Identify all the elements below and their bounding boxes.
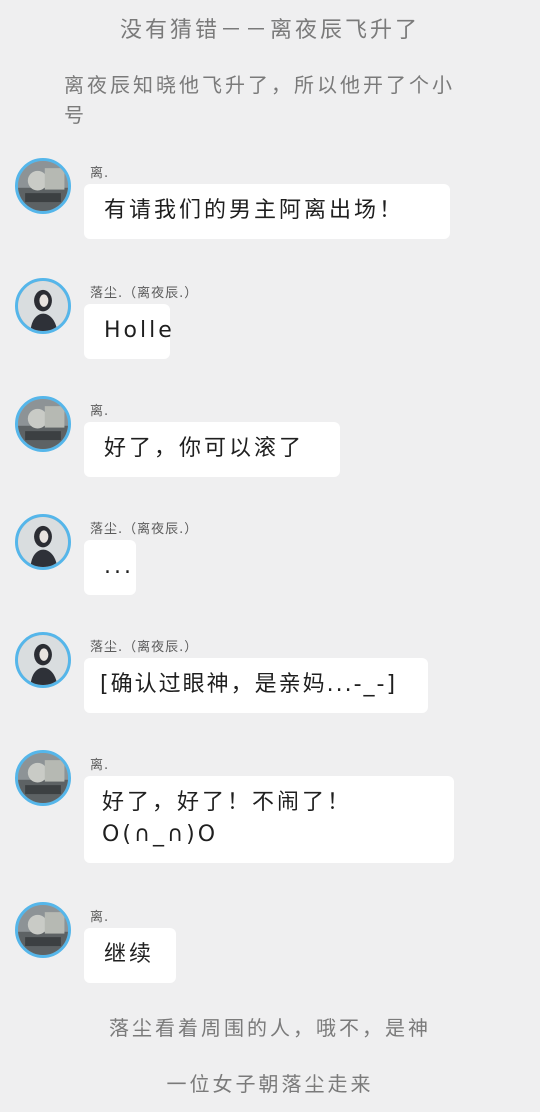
avatar-luochen-icon[interactable] <box>15 632 71 688</box>
message-bubble[interactable]: ... <box>84 540 136 595</box>
avatar-luochen-icon[interactable] <box>15 514 71 570</box>
avatar-li-icon[interactable] <box>15 902 71 958</box>
message-bubble[interactable]: 好了，好了！不闹了！ O(∩_∩)O <box>84 776 454 863</box>
avatar-li-icon[interactable] <box>15 158 71 214</box>
sender-name: 离. <box>90 758 110 773</box>
sender-name: 落尘.（离夜辰.） <box>90 522 199 537</box>
sender-name: 离. <box>90 166 110 181</box>
message-bubble[interactable]: [确认过眼神，是亲妈...-_-] <box>84 658 428 713</box>
narration-text: 一位女子朝落尘走来 <box>166 1072 374 1096</box>
sender-name: 离. <box>90 404 110 419</box>
avatar-luochen-icon[interactable] <box>15 278 71 334</box>
message-bubble[interactable]: 好了，你可以滚了 <box>84 422 340 477</box>
avatar-li-icon[interactable] <box>15 396 71 452</box>
message-bubble[interactable]: Holle <box>84 304 172 359</box>
sender-name: 落尘.（离夜辰.） <box>90 286 199 301</box>
avatar-li-icon[interactable] <box>15 750 71 806</box>
narration-text: 落尘看着周围的人，哦不，是神 <box>109 1016 431 1040</box>
sender-name: 落尘.（离夜辰.） <box>90 640 199 655</box>
page-title: 没有猜错－－离夜辰飞升了 <box>119 18 420 43</box>
sender-name: 离. <box>90 910 110 925</box>
message-bubble[interactable]: 有请我们的男主阿离出场！ <box>84 184 450 239</box>
message-bubble[interactable]: 继续 <box>84 928 176 983</box>
intro-text: 离夜辰知晓他飞升了，所以他开了个小号 <box>64 73 455 127</box>
